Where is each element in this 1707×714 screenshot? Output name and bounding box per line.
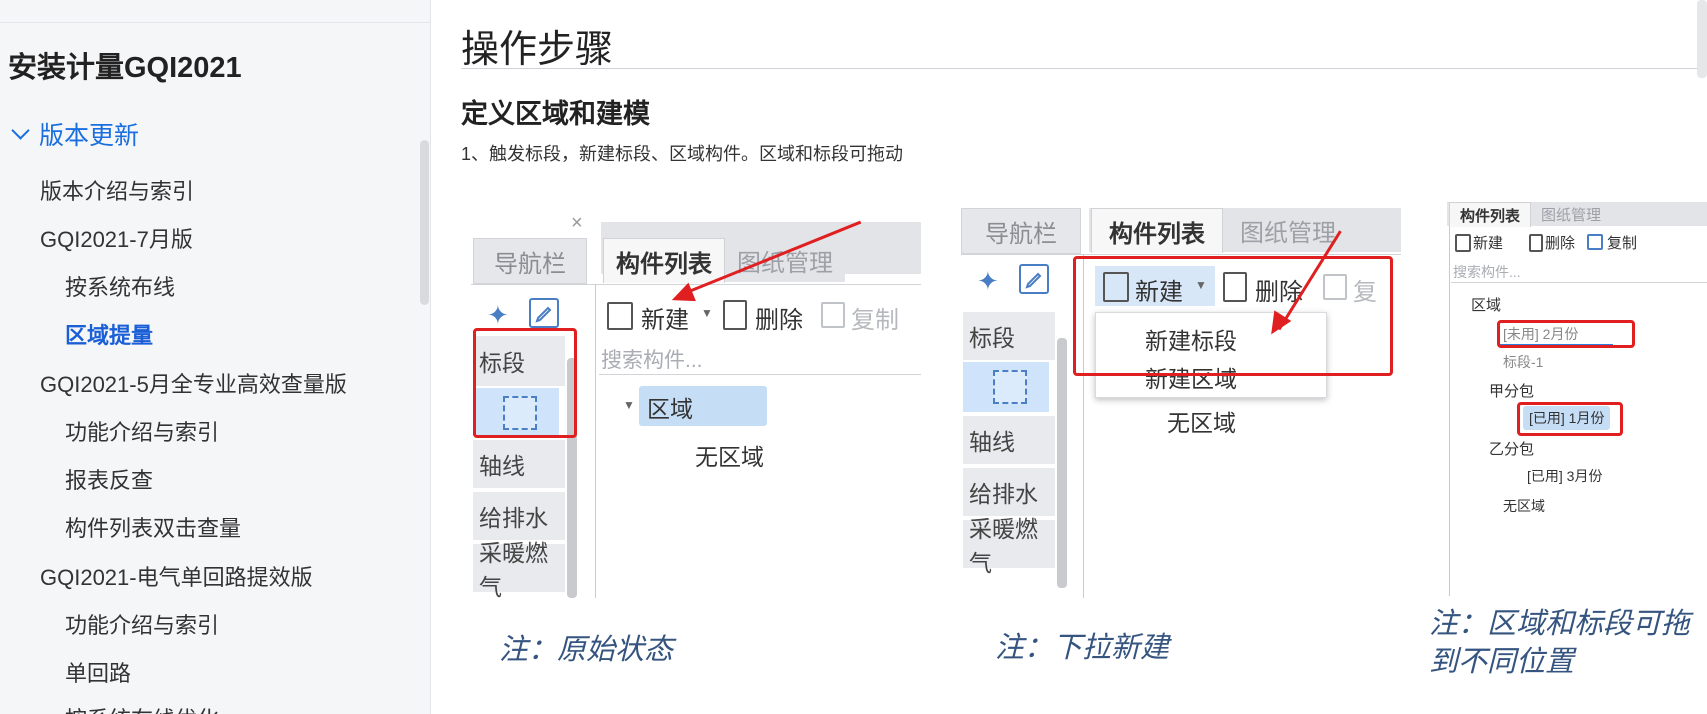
panel2-tab-component-list: 构件列表 xyxy=(1091,208,1223,253)
caption-draggable-line2: 到不同位置 xyxy=(1429,646,1575,678)
caption-original-state: 注：原始状态 xyxy=(499,634,674,666)
sidebar-item-single-circuit[interactable]: 单回路 xyxy=(65,656,131,688)
panel-draggable: 构件列表 图纸管理 新建 删除 复制 搜索构件... 区域 [未用] 2月份 标… xyxy=(1447,202,1707,598)
dropdown-caret-icon: ▼ xyxy=(701,306,713,320)
panel2-divider xyxy=(961,254,1401,255)
sidebar-item-feature-intro[interactable]: 功能介绍与索引 xyxy=(65,415,219,447)
sidebar-section-version-updates[interactable]: 版本更新 xyxy=(8,116,139,152)
sidebar-divider xyxy=(0,22,430,23)
sidebar-item-version-intro[interactable]: 版本介绍与索引 xyxy=(40,174,194,206)
page-title: 操作步骤 xyxy=(461,29,614,71)
panel3-tree-pkg-b: 乙分包 xyxy=(1489,441,1535,458)
panel1-copy-label: 复制 xyxy=(851,307,899,334)
edit-icon xyxy=(1019,264,1049,294)
new-file-icon xyxy=(1455,234,1471,252)
panel3-tree-used3: [已用] 3月份 xyxy=(1527,468,1603,484)
sidebar-item-wiring-optimization[interactable]: 按系统布线优化 xyxy=(65,702,219,714)
panel1-search: 搜索构件... xyxy=(601,349,703,372)
sidebar-item-area-quantity[interactable]: 区域提量 xyxy=(65,318,153,350)
sidebar-item-system-wiring[interactable]: 按系统布线 xyxy=(65,270,175,302)
panel3-border xyxy=(1449,226,1450,596)
panel3-tree-seg1: 标段-1 xyxy=(1503,354,1544,370)
panel1-tree-child: 无区域 xyxy=(695,444,764,470)
edit-icon xyxy=(529,298,559,328)
sidebar-section-label: 版本更新 xyxy=(39,122,140,150)
panel2-nav-heating: 采暖燃气 xyxy=(963,516,1055,576)
sidebar-item-gqi2021-electrical[interactable]: GQI2021-电气单回路提效版 xyxy=(40,560,313,592)
new-file-icon xyxy=(607,302,633,330)
close-icon: × xyxy=(571,212,583,234)
sidebar-item-feature-intro-2[interactable]: 功能介绍与索引 xyxy=(65,608,219,640)
panel3-tree-none: 无区域 xyxy=(1503,498,1545,514)
panel1-tab-drawing-mgmt: 图纸管理 xyxy=(725,238,845,282)
sidebar-item-report-lookup[interactable]: 报表反查 xyxy=(65,463,153,495)
area-icon xyxy=(993,370,1027,404)
panel3-tab-drawing-mgmt: 图纸管理 xyxy=(1531,202,1611,226)
caption-dropdown-new: 注：下拉新建 xyxy=(995,632,1170,664)
panel-dropdown-new: 导航栏 构件列表 图纸管理 ✦ 新建 ▼ 删除 复 新建标段 新建区域 无区域 … xyxy=(961,208,1401,598)
sidebar-title: 安装计量GQI2021 xyxy=(8,52,242,84)
panel3-search: 搜索构件... xyxy=(1453,264,1521,280)
panel3-tree-pkg-a: 甲分包 xyxy=(1489,383,1535,400)
sidebar-scrollbar[interactable] xyxy=(420,140,429,305)
section-title: 定义区域和建模 xyxy=(461,99,650,129)
panel2-nav-water: 给排水 xyxy=(963,468,1055,516)
trash-icon xyxy=(723,300,747,330)
panel3-highlight-used1 xyxy=(1517,402,1623,436)
panel3-search-underline xyxy=(1451,282,1707,283)
panel1-highlight-box xyxy=(473,328,577,438)
panel1-search-underline xyxy=(599,374,921,375)
main-scrollbar[interactable] xyxy=(1697,0,1707,78)
panel2-nav-title: 导航栏 xyxy=(961,208,1081,254)
illustration-figure: 导航栏 × 构件列表 图纸管理 ✦ 新建 ▼ 删除 复制 搜索构件... 标段 … xyxy=(461,202,1707,708)
panel1-tree-root: 区域 xyxy=(639,386,767,426)
tree-caret-icon: ▼ xyxy=(623,398,635,412)
sidebar-item-component-dblclick[interactable]: 构件列表双击查量 xyxy=(65,511,241,543)
sidebar-item-gqi2021-may[interactable]: GQI2021-5月全专业高效查量版 xyxy=(40,367,347,399)
title-divider xyxy=(461,68,1707,69)
panel1-divider xyxy=(471,284,921,285)
panel-original-state: 导航栏 × 构件列表 图纸管理 ✦ 新建 ▼ 删除 复制 搜索构件... 标段 … xyxy=(471,208,921,598)
panel3-tab-component-list: 构件列表 xyxy=(1449,202,1531,227)
panel2-tree-child: 无区域 xyxy=(1167,410,1236,436)
main-content: 操作步骤 定义区域和建模 1、触发标段，新建标段、区域构件。区域和标段可拖动 导… xyxy=(431,0,1707,714)
panel1-nav-axis: 轴线 xyxy=(473,440,565,488)
panel1-nav-water: 给排水 xyxy=(473,492,565,540)
sparkle-icon: ✦ xyxy=(487,300,509,330)
trash-icon xyxy=(1529,234,1543,252)
panel3-highlight-unused xyxy=(1497,320,1635,348)
panel3-tree-root: 区域 xyxy=(1471,297,1502,314)
panel1-nav-heating: 采暖燃气 xyxy=(473,540,565,598)
sidebar-item-gqi2021-july[interactable]: GQI2021-7月版 xyxy=(40,222,193,254)
panel1-splitter xyxy=(595,284,596,598)
panel3-copy-label: 复制 xyxy=(1607,235,1638,252)
panel2-tab-drawing-mgmt: 图纸管理 xyxy=(1223,208,1353,252)
panel2-scrollbar xyxy=(1057,338,1067,588)
panel3-new-label: 新建 xyxy=(1473,235,1504,252)
panel1-nav-title: 导航栏 xyxy=(473,238,587,284)
panel2-nav-axis: 轴线 xyxy=(963,416,1055,464)
sparkle-icon: ✦ xyxy=(977,266,999,296)
panel1-delete-label: 删除 xyxy=(755,307,803,334)
copy-icon xyxy=(1587,234,1603,250)
copy-icon xyxy=(821,302,845,328)
chevron-down-icon xyxy=(11,120,30,140)
caption-draggable-line1: 注：区域和标段可拖 xyxy=(1429,608,1691,640)
sidebar: 安装计量GQI2021 版本更新 版本介绍与索引 GQI2021-7月版 按系统… xyxy=(0,0,431,714)
panel2-highlight-box xyxy=(1073,256,1393,376)
panel2-nav-segment: 标段 xyxy=(963,312,1055,360)
panel1-tab-component-list: 构件列表 xyxy=(603,238,725,283)
step-text: 1、触发标段，新建标段、区域构件。区域和标段可拖动 xyxy=(461,144,904,164)
panel3-delete-label: 删除 xyxy=(1545,235,1576,252)
